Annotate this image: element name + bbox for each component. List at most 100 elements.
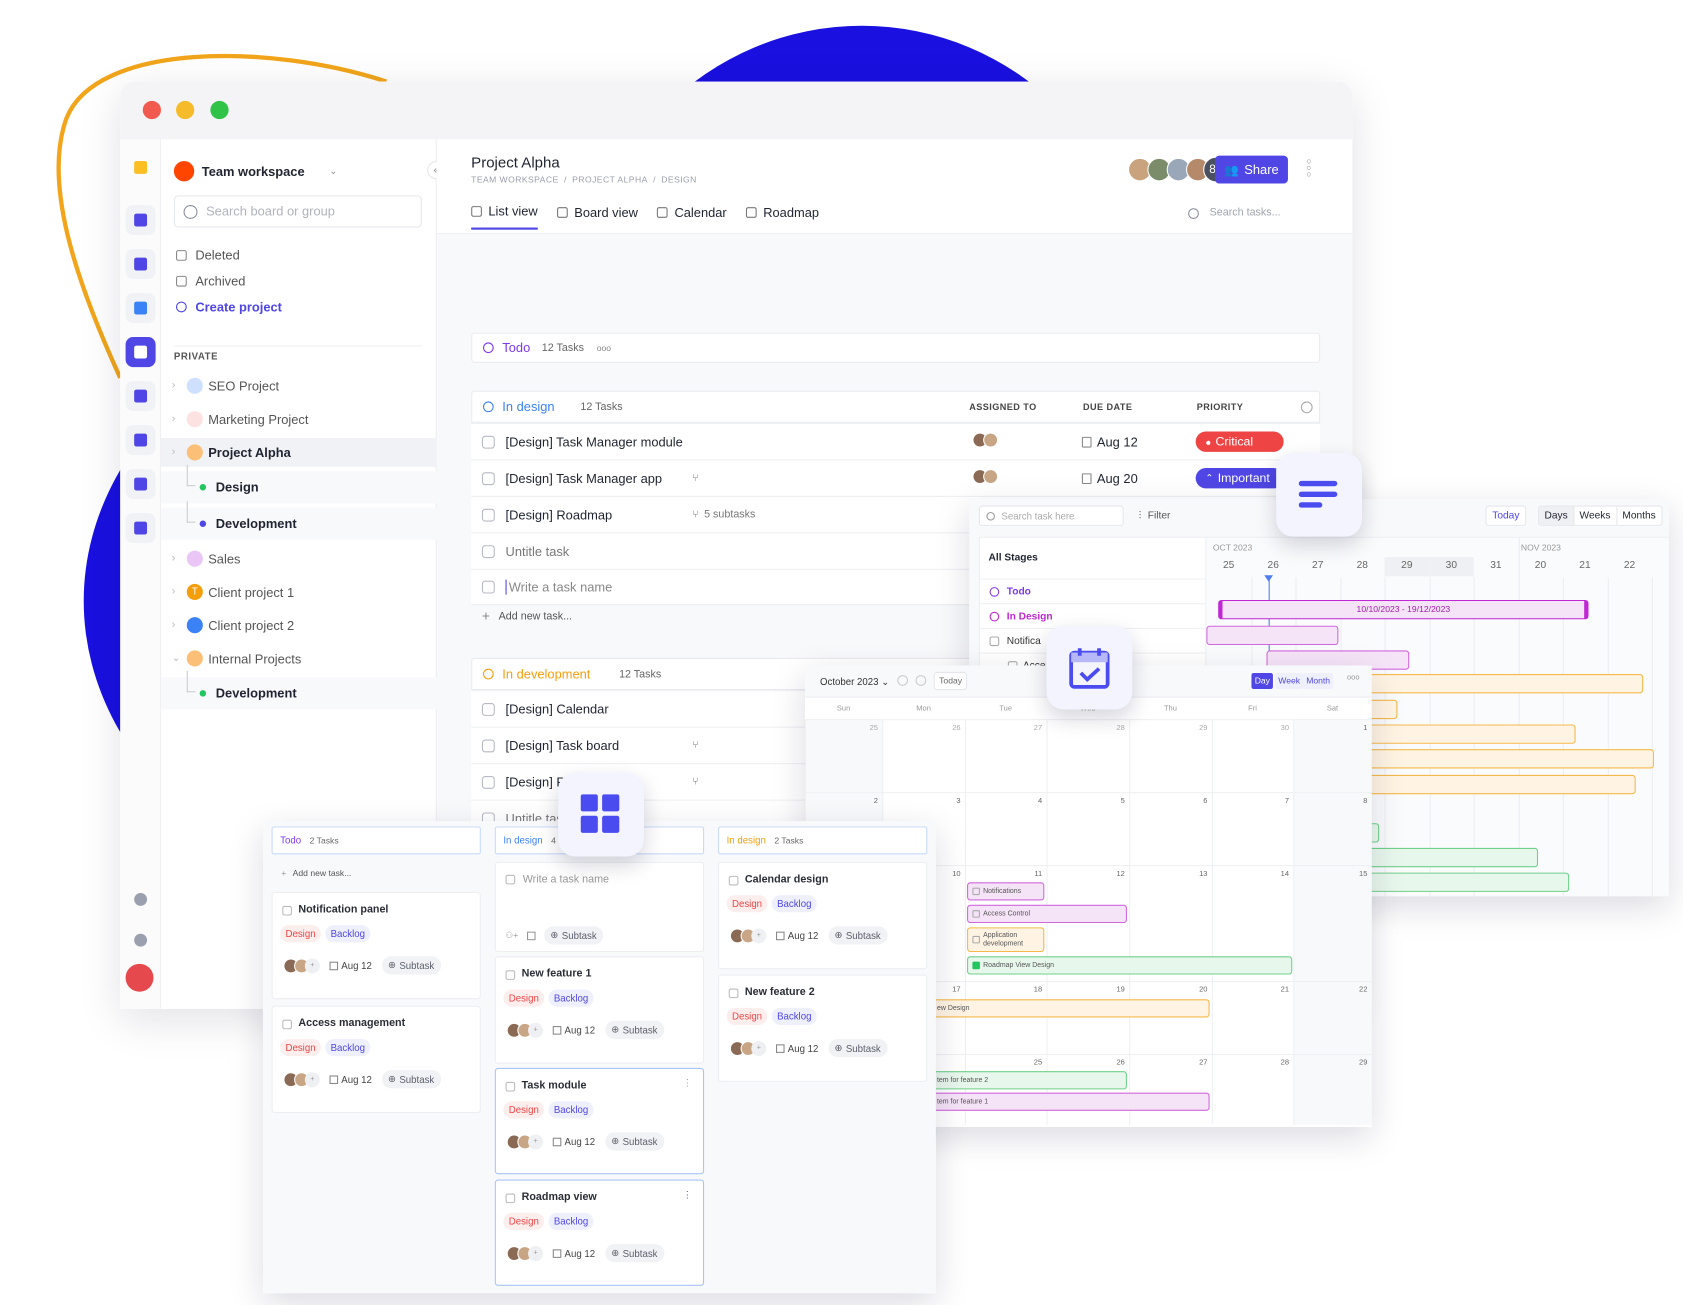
collapse-icon[interactable] bbox=[482, 342, 494, 354]
calendar-day-cell[interactable]: 29 bbox=[1293, 1053, 1372, 1125]
assignees[interactable] bbox=[972, 432, 999, 451]
sidebar-search-input[interactable]: Search board or group bbox=[173, 195, 422, 228]
tag-design[interactable]: Design bbox=[503, 1101, 545, 1119]
help-button[interactable] bbox=[126, 925, 156, 955]
due-date[interactable]: Aug 20 bbox=[1081, 471, 1138, 486]
add-new-task-button[interactable]: + Add new task... bbox=[281, 868, 351, 878]
roadmap-bar[interactable] bbox=[1367, 749, 1654, 769]
user-avatar[interactable] bbox=[125, 963, 154, 992]
tag-design[interactable]: Design bbox=[280, 1038, 321, 1057]
today-button[interactable]: Today bbox=[1485, 505, 1527, 526]
calendar-day-cell[interactable]: 28 bbox=[1211, 1053, 1294, 1125]
calendar-day-cell[interactable]: 21 bbox=[1211, 980, 1294, 1054]
roadmap-bar[interactable] bbox=[1367, 847, 1539, 868]
calendar-event[interactable]: tem for feature 1 bbox=[923, 1092, 1210, 1111]
roadmap-bar[interactable] bbox=[1367, 699, 1398, 720]
task-row[interactable]: [Design] Task Manager module Aug 12 ● Criti… bbox=[471, 422, 1321, 460]
calendar-day-cell[interactable]: 5 bbox=[1046, 792, 1130, 866]
add-assignee-icon[interactable]: ⚇+ bbox=[506, 931, 519, 941]
roadmap-bar[interactable] bbox=[1367, 774, 1636, 795]
assignees[interactable] bbox=[972, 469, 999, 487]
tag-design[interactable]: Design bbox=[726, 895, 768, 913]
due-date[interactable]: Aug 12 bbox=[552, 1136, 595, 1147]
add-assignee-icon[interactable]: + bbox=[528, 1245, 544, 1261]
priority-badge[interactable]: ● Critical bbox=[1195, 431, 1284, 452]
range-weeks[interactable]: Weeks bbox=[1573, 506, 1616, 525]
task-checkbox[interactable] bbox=[989, 635, 1000, 646]
calendar-day-cell[interactable]: 15 bbox=[1293, 865, 1372, 981]
folder-nav[interactable] bbox=[125, 381, 156, 412]
projects-nav[interactable] bbox=[125, 337, 156, 368]
add-subtask-button[interactable]: ⊕ Subtask bbox=[381, 956, 441, 975]
add-assignee-icon[interactable]: + bbox=[751, 927, 767, 943]
add-subtask-button[interactable]: ⊕ Subtask bbox=[604, 1020, 664, 1039]
priority-badge[interactable]: ⌃ Important bbox=[1195, 467, 1284, 489]
task-card[interactable]: Notification panel Design Backlog + Aug 12 ⊕ S… bbox=[271, 891, 481, 1000]
task-checkbox[interactable] bbox=[481, 738, 495, 752]
calendar-day-cell[interactable]: 4 bbox=[964, 792, 1047, 866]
bell-button[interactable] bbox=[126, 884, 156, 914]
calendar-event[interactable]: Access Control bbox=[967, 904, 1127, 924]
subtasks[interactable]: ⑂ bbox=[692, 776, 704, 788]
chat-nav[interactable] bbox=[125, 425, 156, 456]
collapse-icon[interactable] bbox=[482, 668, 494, 680]
calendar-day-cell[interactable]: 1 bbox=[1293, 719, 1372, 793]
task-checkbox[interactable] bbox=[481, 702, 495, 716]
add-assignee-icon[interactable]: + bbox=[528, 1133, 544, 1149]
assignee-avatars[interactable]: + bbox=[506, 1022, 544, 1038]
calendar-day-cell[interactable]: 28 bbox=[1046, 719, 1130, 793]
sidebar-project-client-project-1[interactable]: › T Client project 1 bbox=[161, 577, 437, 606]
stage-row[interactable]: Todo bbox=[979, 578, 1208, 604]
view-day[interactable]: Day bbox=[1251, 672, 1274, 690]
task-checkbox[interactable] bbox=[481, 435, 495, 449]
task-card[interactable]: Roadmap view ⋮ Design Backlog + Aug 12 ⊕ Subtas… bbox=[494, 1179, 705, 1286]
chevron-right-icon[interactable]: › bbox=[172, 553, 176, 565]
add-subtask-button[interactable]: ⊕ Subtask bbox=[604, 1132, 664, 1151]
calendar-event[interactable]: ew Design bbox=[923, 999, 1210, 1018]
new-task-input[interactable]: Write a task name bbox=[523, 874, 609, 886]
roadmap-bar[interactable] bbox=[1206, 625, 1339, 646]
task-card[interactable]: Task module ⋮ Design Backlog + Aug 12 ⊕ Subtask bbox=[494, 1067, 705, 1175]
due-date[interactable]: Aug 12 bbox=[552, 1248, 595, 1258]
task-checkbox[interactable] bbox=[481, 508, 495, 522]
sidebar-project-client-project-2[interactable]: › Client project 2 bbox=[161, 611, 437, 640]
add-column-icon[interactable] bbox=[1300, 400, 1313, 413]
tag-backlog[interactable]: Backlog bbox=[548, 989, 594, 1007]
tag-design[interactable]: Design bbox=[503, 1212, 545, 1231]
chevron-right-icon[interactable]: › bbox=[172, 413, 176, 425]
calendar-day-cell[interactable]: 26 bbox=[882, 719, 965, 793]
home-nav[interactable] bbox=[125, 205, 156, 236]
task-card[interactable]: New feature 2 Design Backlog + Aug 12 ⊕ Subtas… bbox=[718, 974, 928, 1082]
filter-button[interactable]: ⫶ Filter bbox=[1139, 510, 1171, 522]
maximize-window-button[interactable] bbox=[210, 100, 229, 120]
add-subtask-button[interactable]: ⊕ Subtask bbox=[828, 926, 888, 945]
add-subtask-button[interactable]: ⊕ Subtask bbox=[828, 1038, 888, 1058]
calendar-icon[interactable] bbox=[526, 931, 536, 940]
tag-backlog[interactable]: Backlog bbox=[548, 1212, 594, 1231]
calendar-day-cell[interactable]: 27 bbox=[1129, 1053, 1212, 1125]
subtasks[interactable]: ⑂ 5 subtasks bbox=[692, 509, 755, 521]
due-date[interactable]: Aug 12 bbox=[329, 960, 372, 971]
sidebar-project-sales[interactable]: › Sales bbox=[161, 544, 437, 573]
sidebar-project-project-alpha[interactable]: › Project Alpha bbox=[160, 437, 437, 467]
task-card[interactable]: Access management Design Backlog + Aug 12 ⊕ Su… bbox=[271, 1005, 481, 1114]
calendar-event[interactable]: tem for feature 2 bbox=[923, 1071, 1127, 1090]
due-date[interactable]: Aug 12 bbox=[329, 1074, 372, 1085]
task-checkbox[interactable] bbox=[505, 1193, 516, 1204]
map-nav[interactable] bbox=[125, 293, 156, 324]
sidebar-project-internal-projects[interactable]: ⌄ Internal Projects bbox=[161, 644, 437, 673]
range-months[interactable]: Months bbox=[1615, 506, 1661, 525]
chevron-down-icon[interactable]: ⌄ bbox=[172, 653, 181, 665]
view-week[interactable]: Week bbox=[1275, 672, 1304, 690]
tag-design[interactable]: Design bbox=[280, 925, 321, 943]
next-month-button[interactable] bbox=[915, 675, 927, 686]
sidebar-project-design[interactable]: Design bbox=[160, 464, 437, 504]
roadmap-bar[interactable] bbox=[1367, 724, 1576, 744]
tag-backlog[interactable]: Backlog bbox=[325, 1038, 371, 1057]
sidebar-project-development[interactable]: Development bbox=[160, 670, 437, 710]
roadmap-bar[interactable] bbox=[1367, 872, 1570, 892]
task-checkbox[interactable] bbox=[505, 1081, 516, 1092]
calendar-day-cell[interactable]: 25 bbox=[804, 719, 883, 793]
new-task-card[interactable]: Write a task name ⚇+ ⊕ Subtask bbox=[494, 861, 705, 953]
tag-design[interactable]: Design bbox=[503, 989, 545, 1007]
